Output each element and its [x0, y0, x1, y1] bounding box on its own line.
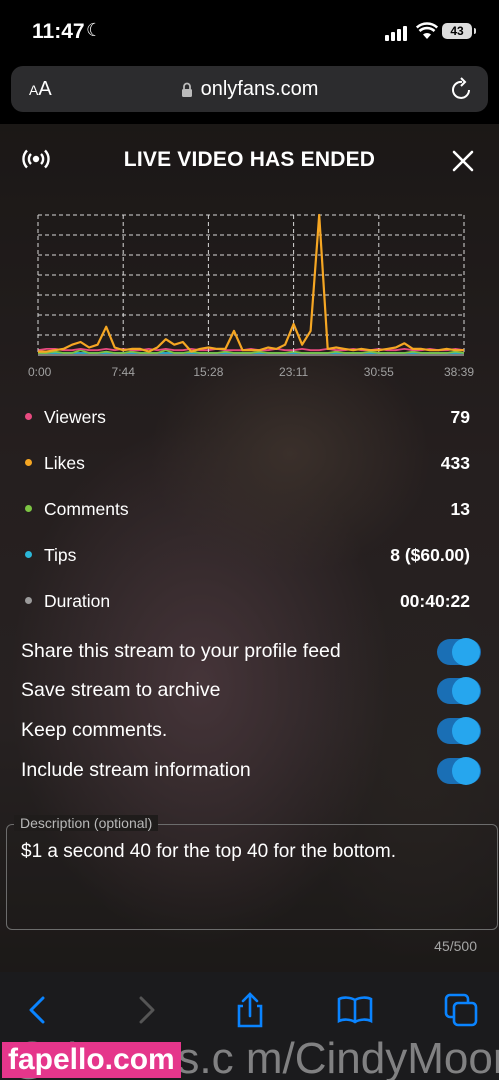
x-tick-label: 38:39: [444, 365, 474, 379]
toggle-label: Share this stream to your profile feed: [21, 640, 341, 662]
watermark: @deFans.c m/CindyMoon7 fapello.com: [0, 1040, 499, 1080]
bookmarks-icon[interactable]: [335, 990, 375, 1030]
x-tick-label: 15:28: [193, 365, 223, 379]
wifi-icon: [416, 22, 438, 39]
stat-row-duration: Duration 00:40:22: [22, 589, 472, 613]
stat-row-tips: Tips 8 ($60.00): [22, 543, 472, 567]
close-icon[interactable]: [450, 148, 476, 174]
x-tick-label: 7:44: [112, 365, 136, 379]
lock-icon: [181, 82, 192, 97]
legend-dot: [25, 597, 32, 604]
description-field[interactable]: [6, 824, 498, 930]
stat-value: 00:40:22: [399, 591, 470, 611]
stat-value: 13: [450, 499, 470, 519]
cellular-signal-icon: [385, 26, 407, 41]
address-bar[interactable]: AA onlyfans.com: [11, 66, 488, 112]
share-icon[interactable]: [230, 990, 270, 1030]
url-text: onlyfans.com: [200, 78, 319, 100]
forward-icon[interactable]: [126, 990, 166, 1030]
reload-icon[interactable]: [450, 76, 474, 102]
toggle-row: Keep comments.: [21, 716, 481, 746]
toggle-row: Share this stream to your profile feed: [21, 637, 481, 667]
toggle-knob[interactable]: [452, 757, 480, 785]
description-text[interactable]: $1 a second 40 for the top 40 for the bo…: [21, 841, 486, 863]
stat-label: Likes: [44, 453, 85, 473]
description-label: Description (optional): [14, 815, 159, 831]
toggle-switch[interactable]: [437, 717, 481, 745]
legend-dot: [25, 459, 32, 466]
toggle-label: Save stream to archive: [21, 679, 221, 701]
stat-value: 433: [440, 453, 470, 473]
x-tick-label: 0:00: [28, 365, 52, 379]
toggle-row: Include stream information: [21, 756, 481, 786]
toggle-knob[interactable]: [452, 717, 480, 745]
stat-value: 8 ($60.00): [390, 545, 470, 565]
battery-icon: 43: [442, 23, 476, 39]
tabs-icon[interactable]: [441, 990, 481, 1030]
stat-label: Comments: [44, 499, 129, 519]
toggle-switch[interactable]: [437, 677, 481, 705]
toggle-switch[interactable]: [437, 757, 481, 785]
legend-dot: [25, 505, 32, 512]
stream-stats-chart: 0:00 7:44 15:28 23:11 30:55 38:39: [28, 213, 474, 379]
toggle-knob[interactable]: [452, 638, 480, 666]
legend-dot: [25, 413, 32, 420]
toggle-switch[interactable]: [437, 638, 481, 666]
clock: 11:47: [32, 20, 85, 43]
back-icon[interactable]: [18, 990, 58, 1030]
toggle-label: Keep comments.: [21, 719, 168, 741]
stat-value: 79: [450, 407, 470, 427]
legend-dot: [25, 551, 32, 558]
modal-title: LIVE VIDEO HAS ENDED: [123, 148, 376, 171]
stat-row-comments: Comments 13: [22, 497, 472, 521]
stat-label: Tips: [44, 545, 77, 565]
toggle-row: Save stream to archive: [21, 676, 481, 706]
stat-label: Viewers: [44, 407, 106, 427]
toggle-label: Include stream information: [21, 759, 251, 781]
watermark-logo: fapello.com: [2, 1042, 181, 1078]
toggle-knob[interactable]: [452, 677, 480, 705]
x-tick-label: 30:55: [364, 365, 394, 379]
x-tick-label: 23:11: [279, 365, 308, 379]
stat-row-viewers: Viewers 79: [22, 405, 472, 429]
moon-icon: ☾: [86, 20, 103, 40]
browser-address-area: AA onlyfans.com: [0, 60, 499, 124]
url-display[interactable]: onlyfans.com: [11, 78, 488, 101]
stat-row-likes: Likes 433: [22, 451, 472, 475]
character-counter: 45/500: [434, 938, 477, 954]
stat-label: Duration: [44, 591, 111, 611]
status-bar: 11:47 ☾ 43: [0, 0, 499, 60]
